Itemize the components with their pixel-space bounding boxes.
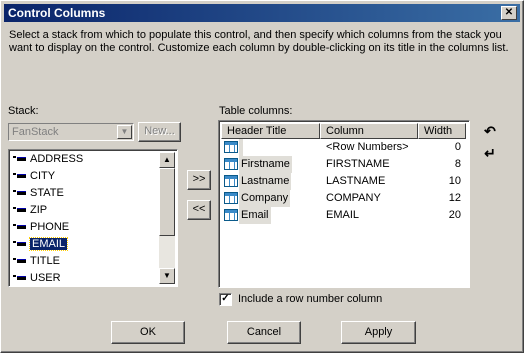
row-title	[239, 139, 243, 156]
remove-column-button[interactable]: <<	[187, 200, 211, 220]
row-column: LASTNAME	[326, 175, 386, 187]
list-item[interactable]: ADDRESS	[13, 151, 83, 167]
ok-button[interactable]: OK	[111, 321, 185, 344]
table-row[interactable]: Lastname LASTNAME 10	[221, 173, 467, 190]
field-icon	[13, 155, 27, 163]
table-columns-label: Table columns:	[219, 105, 293, 117]
include-row-number-checkbox[interactable]: ✓	[219, 293, 232, 306]
row-width: 0	[454, 141, 461, 153]
row-title: Company	[239, 190, 291, 207]
field-icon	[13, 206, 27, 214]
width-column[interactable]: Width	[418, 123, 466, 139]
include-row-number-label: Include a row number column	[238, 293, 383, 305]
row-width: 12	[448, 192, 461, 204]
move-down-icon[interactable]: ↵	[482, 145, 498, 161]
row-title: Lastname	[239, 173, 292, 190]
field-icon	[13, 257, 27, 265]
move-up-icon[interactable]: ↶	[482, 123, 498, 139]
list-item-selected[interactable]: EMAIL	[13, 236, 69, 252]
row-column: COMPANY	[326, 192, 381, 204]
row-column: EMAIL	[326, 209, 360, 221]
apply-button[interactable]: Apply	[341, 321, 416, 344]
table-icon	[224, 158, 238, 170]
list-item[interactable]: USER	[13, 270, 61, 286]
chevron-down-icon[interactable]: ▼	[117, 125, 132, 139]
scroll-thumb[interactable]	[159, 168, 175, 236]
stack-select-value: FanStack	[12, 126, 59, 138]
row-column: FIRSTNAME	[326, 158, 390, 170]
list-item[interactable]: TITLE	[13, 253, 60, 269]
list-item[interactable]: ZIP	[13, 202, 47, 218]
list-item[interactable]: PHONE	[13, 219, 69, 235]
close-button[interactable]: ✕	[501, 6, 517, 20]
title-bar: Control Columns ✕	[4, 4, 520, 22]
field-icon	[13, 223, 27, 231]
table-row[interactable]: Company COMPANY 12	[221, 190, 467, 207]
cancel-button[interactable]: Cancel	[227, 321, 301, 344]
row-title: Email	[239, 207, 271, 224]
table-row[interactable]: <Row Numbers> 0	[221, 139, 467, 156]
list-scrollbar[interactable]: ▲ ▼	[159, 152, 175, 284]
new-stack-button[interactable]: New...	[138, 122, 181, 142]
stack-label: Stack:	[8, 105, 39, 117]
row-title: Firstname	[239, 156, 292, 173]
list-item[interactable]: CITY	[13, 168, 55, 184]
table-icon	[224, 192, 238, 204]
scroll-down-icon[interactable]: ▼	[159, 268, 175, 284]
stack-select[interactable]: FanStack ▼	[8, 123, 134, 141]
row-width: 8	[454, 158, 461, 170]
control-columns-dialog: Control Columns ✕ Select a stack from wh…	[0, 0, 524, 353]
field-icon	[13, 189, 27, 197]
table-row[interactable]: Firstname FIRSTNAME 8	[221, 156, 467, 173]
add-column-button[interactable]: >>	[187, 170, 211, 190]
row-width: 10	[448, 175, 461, 187]
table-row[interactable]: Email EMAIL 20	[221, 207, 467, 224]
scroll-up-icon[interactable]: ▲	[159, 152, 175, 168]
table-icon	[224, 175, 238, 187]
table-icon	[224, 209, 238, 221]
field-icon	[13, 172, 27, 180]
column-column[interactable]: Column	[320, 123, 418, 139]
window-title: Control Columns	[8, 6, 106, 20]
field-icon	[13, 240, 27, 248]
row-width: 20	[448, 209, 461, 221]
table-icon	[224, 141, 238, 153]
header-title-column[interactable]: Header Title	[221, 123, 320, 139]
field-icon	[13, 274, 27, 282]
stack-fields-list[interactable]: ADDRESS CITY STATE ZIP PHONE EMAIL TITLE…	[8, 149, 178, 287]
row-column: <Row Numbers>	[326, 141, 409, 153]
list-item[interactable]: STATE	[13, 185, 64, 201]
table-columns-list[interactable]: Header Title Column Width <Row Numbers> …	[218, 120, 470, 288]
instructions-text: Select a stack from which to populate th…	[9, 29, 509, 54]
